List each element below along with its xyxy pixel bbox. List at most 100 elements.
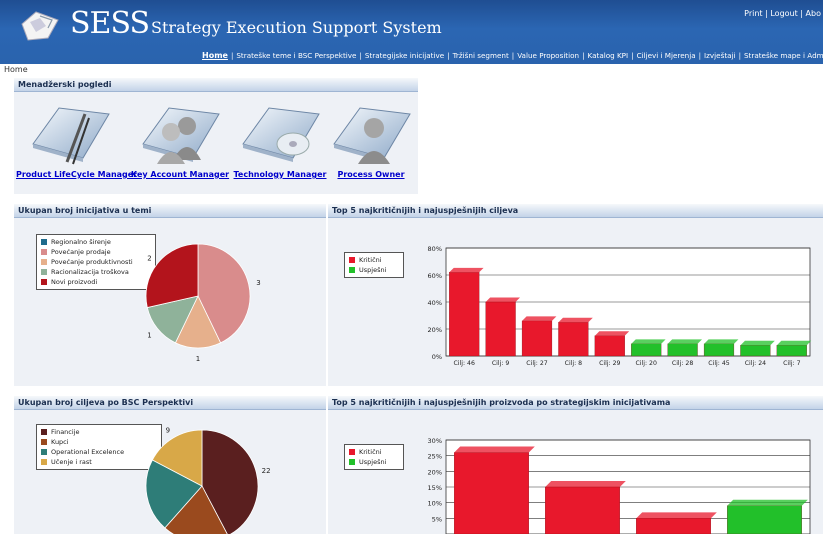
nav-izvjestaji[interactable]: Izvještaji — [704, 51, 736, 60]
nav-strateske-teme[interactable]: Strateške teme i BSC Perspektive — [236, 51, 356, 60]
x-tick-label: Cilj: 29 — [599, 360, 620, 367]
x-tick-label: Cilj: 27 — [526, 360, 547, 367]
y-tick-label: 40% — [428, 299, 442, 307]
pie-slice — [145, 243, 199, 309]
bar-top — [545, 481, 626, 487]
legend-label: Kritični — [359, 448, 382, 456]
nav-home[interactable]: Home — [202, 51, 228, 60]
pie-chart: 221199 — [145, 427, 271, 534]
x-tick-label: Cilj: 8 — [565, 360, 583, 367]
x-tick-label: Cilj: 24 — [745, 360, 766, 367]
view-technology-manager[interactable]: Technology Manager — [232, 92, 328, 179]
nav-trzisni-segment[interactable]: Tržišni segment — [453, 51, 509, 60]
view-key-account-manager[interactable]: Key Account Manager — [130, 92, 230, 179]
legend-item: Novi proizvodi — [41, 277, 151, 287]
logout-link[interactable]: Logout — [770, 9, 797, 18]
bar — [594, 335, 625, 357]
legend-swatch — [41, 429, 47, 435]
pie-slice-label: 9 — [166, 427, 170, 435]
legend-label: Regionalno širenje — [51, 238, 111, 246]
bar-top — [454, 446, 535, 453]
legend-label: Uspješni — [359, 458, 387, 466]
x-tick-label: Cilj: 7 — [783, 360, 801, 367]
bar — [636, 518, 711, 534]
legend-label: Uspješni — [359, 266, 387, 274]
view-product-lifecycle-manager[interactable]: Product LifeCycle Manager — [16, 92, 137, 179]
y-tick-label: 20% — [428, 326, 442, 334]
bar — [545, 486, 620, 534]
bar-top — [558, 317, 593, 323]
breadcrumb: Home — [4, 65, 28, 74]
legend-item: Racionalizacija troškova — [41, 267, 151, 277]
goals-by-bsc-panel: Ukupan broj ciljeva po BSC Perspektivi F… — [14, 396, 326, 534]
view-link-label[interactable]: Process Owner — [324, 170, 418, 179]
legend-item: Kupci — [41, 437, 157, 447]
puzzle-logo-icon — [21, 11, 59, 41]
top-products-panel: Top 5 najkritičnijih i najuspješnijih pr… — [328, 396, 823, 534]
y-tick-label: 25% — [428, 453, 442, 461]
bar — [558, 322, 589, 357]
legend-swatch — [349, 459, 355, 465]
x-tick-label: Cilj: 9 — [492, 360, 510, 367]
nav-ciljevi-mjerenja[interactable]: Ciljevi i Mjerenja — [637, 51, 696, 60]
legend-swatch — [41, 269, 47, 275]
managerial-views-panel: Menadžerski pogledi Product LifeCycle Ma… — [14, 78, 418, 194]
legend-label: Operational Excelence — [51, 448, 125, 456]
legend-item: Regionalno širenje — [41, 237, 151, 247]
nav-strateske-mape[interactable]: Strateške mape i Administra — [744, 51, 823, 60]
bar-top — [636, 512, 717, 519]
legend-swatch — [41, 239, 47, 245]
legend-label: Povećanje prodaje — [51, 248, 111, 256]
x-tick-label: Cilj: 45 — [708, 360, 729, 367]
utility-links: Print | Logout | Abo — [744, 9, 821, 18]
panel-title: Menadžerski pogledi — [14, 78, 418, 92]
bar — [631, 343, 662, 357]
bar-top — [485, 297, 521, 302]
view-link-label[interactable]: Product LifeCycle Manager — [16, 170, 137, 179]
y-tick-label: 60% — [428, 272, 442, 280]
legend-item: Uspješni — [349, 265, 399, 275]
legend-label: Racionalizacija troškova — [51, 268, 129, 276]
chart-legend: Kritični Uspješni — [344, 252, 404, 278]
legend-swatch — [349, 449, 355, 455]
y-tick-label: 30% — [428, 437, 442, 445]
x-tick-label: Cilj: 20 — [635, 360, 656, 367]
legend-item: Operational Excelence — [41, 447, 157, 457]
initiatives-by-theme-panel: Ukupan broj inicijativa u temi Regionaln… — [14, 204, 326, 386]
nav-value-proposition[interactable]: Value Proposition — [517, 51, 579, 60]
legend-label: Financije — [51, 428, 80, 436]
y-tick-label: 10% — [428, 500, 442, 508]
legend-label: Povećanje produktivnosti — [51, 258, 133, 266]
legend-item: Povećanje produktivnosti — [41, 257, 151, 267]
view-process-owner[interactable]: Process Owner — [324, 92, 418, 179]
bar-top — [522, 316, 557, 321]
users-icon — [142, 107, 220, 164]
legend-swatch — [41, 279, 47, 285]
bar — [454, 452, 529, 534]
y-tick-label: 20% — [428, 468, 442, 476]
top-goals-panel: Top 5 najkritičnijih i najuspješnijih ci… — [328, 204, 823, 386]
nav-katalog-kpi[interactable]: Katalog KPI — [588, 51, 629, 60]
pie-slice-label: 22 — [262, 467, 271, 475]
bar — [776, 345, 807, 357]
y-tick-label: 80% — [428, 245, 442, 253]
y-tick-label: 15% — [428, 484, 442, 492]
pie-chart: 3 1 1 2 — [145, 243, 261, 363]
app-subtitle: Strategy Execution Support System — [151, 18, 442, 37]
bar-top — [449, 267, 484, 273]
print-link[interactable]: Print — [744, 9, 762, 18]
y-tick-label: 0% — [432, 353, 442, 361]
legend-item: Učenje i rast — [41, 457, 157, 467]
nav-strategijske-inicijative[interactable]: Strategijske inicijative — [365, 51, 444, 60]
app-header: SESS Strategy Execution Support System Pr… — [0, 0, 823, 64]
legend-swatch — [349, 267, 355, 273]
view-link-label[interactable]: Key Account Manager — [130, 170, 230, 179]
view-link-label[interactable]: Technology Manager — [232, 170, 328, 179]
pen-tool-icon — [32, 107, 110, 165]
legend-swatch — [41, 459, 47, 465]
bar-top — [667, 339, 703, 344]
main-nav: Home | Strateške teme i BSC Perspektive | St… — [202, 51, 823, 60]
about-link[interactable]: Abo — [806, 9, 821, 18]
panel-title: Ukupan broj inicijativa u temi — [14, 204, 326, 218]
y-tick-label: 5% — [432, 515, 442, 523]
